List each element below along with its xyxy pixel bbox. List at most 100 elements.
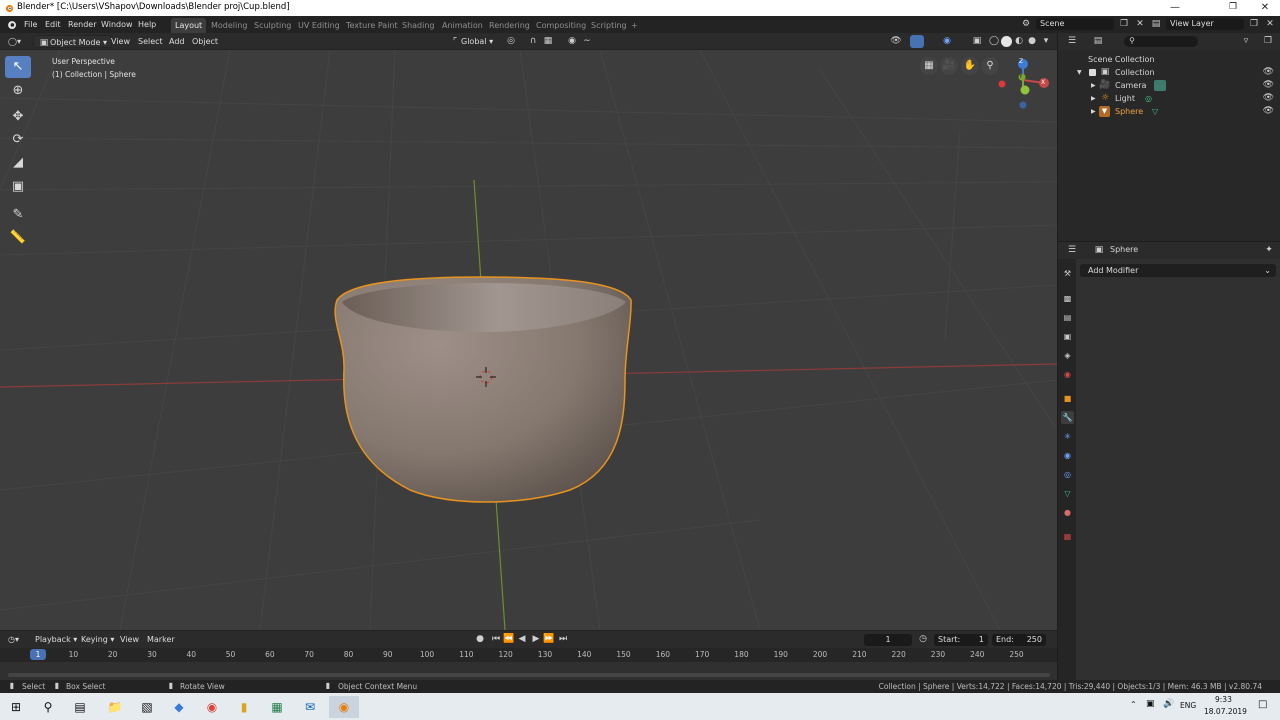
menu-marker[interactable]: Marker (143, 633, 179, 646)
menu-render[interactable]: Render (68, 18, 96, 31)
display-mode-icon[interactable]: ▤ (1092, 35, 1104, 47)
object-tab-icon[interactable]: ■ (1061, 392, 1074, 405)
file-explorer-icon[interactable]: 📁 (103, 696, 127, 718)
snap-target-icon[interactable]: ▦ (542, 35, 554, 47)
menu-add[interactable]: Add (165, 35, 189, 48)
play-reverse-icon[interactable]: ◀ (516, 633, 528, 645)
menu-object[interactable]: Object (188, 35, 222, 48)
move-tool-icon[interactable]: ✥ (5, 106, 31, 128)
preview-range-icon[interactable]: ◷ (917, 633, 929, 645)
solid-shading-button[interactable] (1001, 36, 1012, 47)
menu-keying[interactable]: Keying ▾ (77, 633, 118, 646)
add-modifier-dropdown[interactable]: Add Modifier ⌄ (1080, 264, 1276, 277)
language-indicator[interactable]: ENG (1180, 701, 1196, 710)
menu-file[interactable]: File (24, 18, 37, 31)
clock-time[interactable]: 9:33 (1215, 695, 1232, 704)
new-scene-icon[interactable]: ❐ (1118, 18, 1130, 30)
physics-tab-icon[interactable]: ◉ (1061, 449, 1074, 462)
scene-icon[interactable]: ⚙ (1020, 18, 1032, 30)
annotate-tool-icon[interactable]: ✎ (5, 204, 31, 226)
network-icon[interactable]: ▣ (1146, 699, 1155, 709)
filter-icon[interactable]: ▿ (1240, 35, 1252, 47)
close-button[interactable]: ✕ (1250, 0, 1280, 16)
outliner-row-collection[interactable]: ▼ ▣ Collection 👁 (1058, 66, 1280, 79)
wireframe-shading-icon[interactable]: ◯ (988, 35, 1000, 47)
checkbox-icon[interactable] (1089, 69, 1096, 76)
maximize-button[interactable]: ❐ (1218, 0, 1248, 16)
view-layer-field[interactable]: View Layer (1166, 18, 1244, 30)
end-frame-field[interactable]: End: 250 (992, 634, 1046, 646)
select-box-tool-icon[interactable]: ↖ (5, 56, 31, 78)
timeline-ruler[interactable]: 1 10 20 30 40 50 60 70 80 90 100 110 120 130 140 150 160… (0, 648, 1057, 662)
excel-icon[interactable]: ▦ (265, 696, 289, 718)
menu-select[interactable]: Select (134, 35, 167, 48)
task-view-icon[interactable]: ▤ (68, 696, 92, 718)
outliner-row-camera[interactable]: ▶ 🎥 Camera 👁 (1058, 79, 1280, 92)
xray-icon[interactable]: ▣ (971, 35, 983, 47)
view-layer-tab-icon[interactable]: ▣ (1061, 330, 1074, 343)
expand-arrow-icon[interactable]: ▶ (1091, 79, 1096, 92)
particles-tab-icon[interactable]: ✳ (1061, 430, 1074, 443)
transform-orientation-dropdown[interactable]: ⌜ Global ▾ (445, 35, 497, 48)
show-gizmo-button[interactable] (910, 35, 924, 48)
output-tab-icon[interactable]: ▤ (1061, 311, 1074, 324)
new-view-layer-icon[interactable]: ❐ (1248, 18, 1260, 30)
transform-tool-icon[interactable]: ▣ (5, 176, 31, 198)
material-shading-icon[interactable]: ◐ (1013, 35, 1025, 47)
camera-view-icon[interactable]: ▦ (920, 57, 938, 75)
tool-tab-icon[interactable]: ⚒ (1061, 267, 1074, 280)
camera-data-icon[interactable] (1154, 80, 1166, 91)
record-icon[interactable]: ● (474, 633, 486, 645)
falloff-icon[interactable]: ∼ (581, 35, 593, 47)
mode-dropdown[interactable]: ▣ Object Mode ▾ (33, 35, 112, 48)
new-collection-icon[interactable]: ❐ (1262, 35, 1274, 47)
play-icon[interactable]: ▶ (530, 633, 542, 645)
calculator-icon[interactable]: ▧ (135, 696, 159, 718)
3d-viewport[interactable]: User Perspective (1) Collection | Sphere… (0, 50, 1057, 630)
blender-taskbar-icon[interactable]: ◉ (329, 696, 359, 718)
volume-icon[interactable]: 🔊 (1163, 699, 1174, 709)
tab-scripting[interactable]: Scripting (587, 18, 631, 33)
toggle-camera-icon[interactable]: 🎥 (940, 57, 958, 75)
clock-date[interactable]: 18.07.2019 (1204, 707, 1247, 716)
scene-tab-icon[interactable]: ◈ (1061, 349, 1074, 362)
visibility-icon[interactable]: 👁 (890, 35, 902, 47)
menu-help[interactable]: Help (138, 18, 156, 31)
expand-arrow-icon[interactable]: ▶ (1091, 105, 1096, 118)
menu-window[interactable]: Window (101, 18, 133, 31)
outliner-editor-icon[interactable]: ☰ (1066, 35, 1078, 47)
expand-arrow-icon[interactable]: ▶ (1091, 92, 1096, 105)
outliner-row-sphere[interactable]: ▶ ▼ Sphere ▽ 👁 (1058, 105, 1280, 118)
proportional-edit-icon[interactable]: ◉ (566, 35, 578, 47)
rotate-tool-icon[interactable]: ⟳ (5, 129, 31, 151)
light-data-icon[interactable]: ◎ (1145, 92, 1152, 105)
notifications-icon[interactable]: □ (1258, 699, 1267, 710)
tab-compositing[interactable]: Compositing (532, 18, 590, 33)
remove-scene-icon[interactable]: ✕ (1134, 18, 1146, 30)
eye-icon[interactable]: 👁 (1263, 92, 1274, 105)
rendered-shading-icon[interactable]: ● (1026, 35, 1038, 47)
blender-menu-icon[interactable] (6, 19, 17, 30)
tab-animation[interactable]: Animation (438, 18, 487, 33)
timeline-editor-icon[interactable]: ◷▾ (4, 633, 23, 646)
eye-icon[interactable]: 👁 (1263, 105, 1274, 118)
minimize-button[interactable]: — (1160, 0, 1190, 16)
cursor-tool-icon[interactable]: ⊕ (5, 80, 31, 102)
mesh-data-tab-icon[interactable]: ▽ (1061, 487, 1074, 500)
tab-sculpting[interactable]: Sculpting (250, 18, 295, 33)
eye-icon[interactable]: 👁 (1263, 66, 1274, 79)
tab-rendering[interactable]: Rendering (485, 18, 534, 33)
tab-texture-paint[interactable]: Texture Paint (342, 18, 402, 33)
prev-keyframe-icon[interactable]: ⏪ (503, 633, 515, 645)
eye-icon[interactable]: 👁 (1263, 79, 1274, 92)
material-tab-icon[interactable]: ● (1061, 506, 1074, 519)
jump-end-icon[interactable]: ⏭ (557, 633, 569, 645)
add-workspace-button[interactable]: + (627, 18, 642, 33)
pan-hand-icon[interactable]: ✋ (961, 57, 979, 75)
tab-modeling[interactable]: Modeling (207, 18, 251, 33)
app-icon[interactable]: ◆ (167, 696, 191, 718)
zoom-icon[interactable]: ⚲ (981, 57, 999, 75)
tray-chevron-icon[interactable]: ⌃ (1130, 700, 1137, 709)
expand-arrow-icon[interactable]: ▼ (1077, 66, 1082, 79)
next-keyframe-icon[interactable]: ⏩ (543, 633, 555, 645)
